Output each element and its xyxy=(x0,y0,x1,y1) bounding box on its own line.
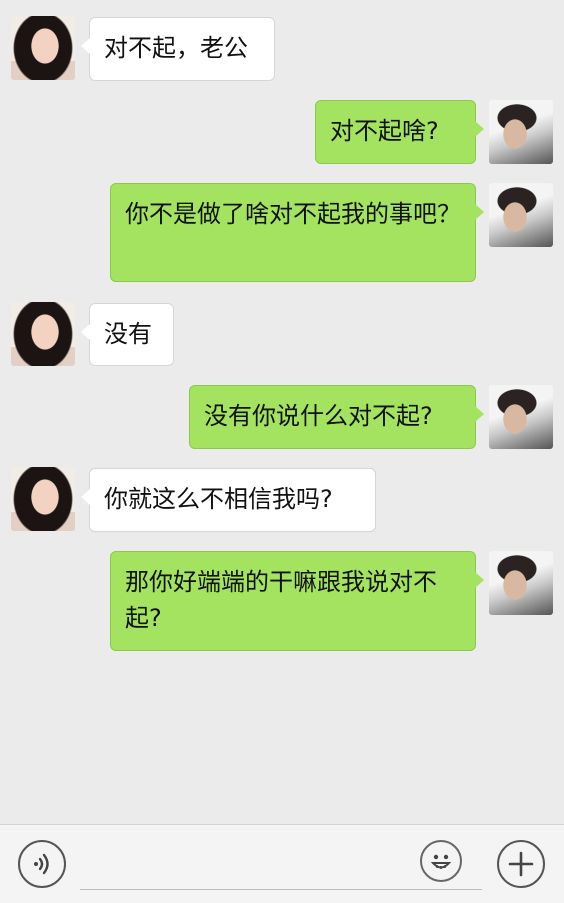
emoji-button[interactable] xyxy=(420,840,462,882)
self-avatar[interactable] xyxy=(489,100,553,164)
input-bar xyxy=(0,824,564,903)
message-bubble-outgoing: 没有你说什么对不起? xyxy=(189,385,484,449)
self-avatar[interactable] xyxy=(489,551,553,615)
voice-button[interactable] xyxy=(18,840,66,888)
contact-avatar[interactable] xyxy=(11,467,75,531)
chat-area: 对不起，老公 对不起啥? 你不是做了啥对不起我的事吧？ 没有 没有你说什么对不起… xyxy=(0,0,564,824)
voice-icon xyxy=(34,853,49,875)
contact-avatar[interactable] xyxy=(11,302,75,366)
message-bubble-outgoing: 那你好端端的干嘛跟我说对不起? xyxy=(110,551,484,651)
self-avatar[interactable] xyxy=(489,385,553,449)
message-bubble-incoming: 对不起，老公 xyxy=(81,17,275,81)
message-bubble-incoming: 没有 xyxy=(81,303,174,366)
plus-icon xyxy=(508,851,534,877)
self-avatar[interactable] xyxy=(489,183,553,247)
message-bubble-outgoing: 你不是做了啥对不起我的事吧？ xyxy=(110,183,484,282)
message-bubble-incoming: 你就这么不相信我吗? xyxy=(81,468,376,532)
message-bubble-outgoing: 对不起啥? xyxy=(315,100,484,164)
contact-avatar[interactable] xyxy=(11,16,75,80)
emoji-icon xyxy=(430,854,452,869)
more-button[interactable] xyxy=(497,840,545,888)
